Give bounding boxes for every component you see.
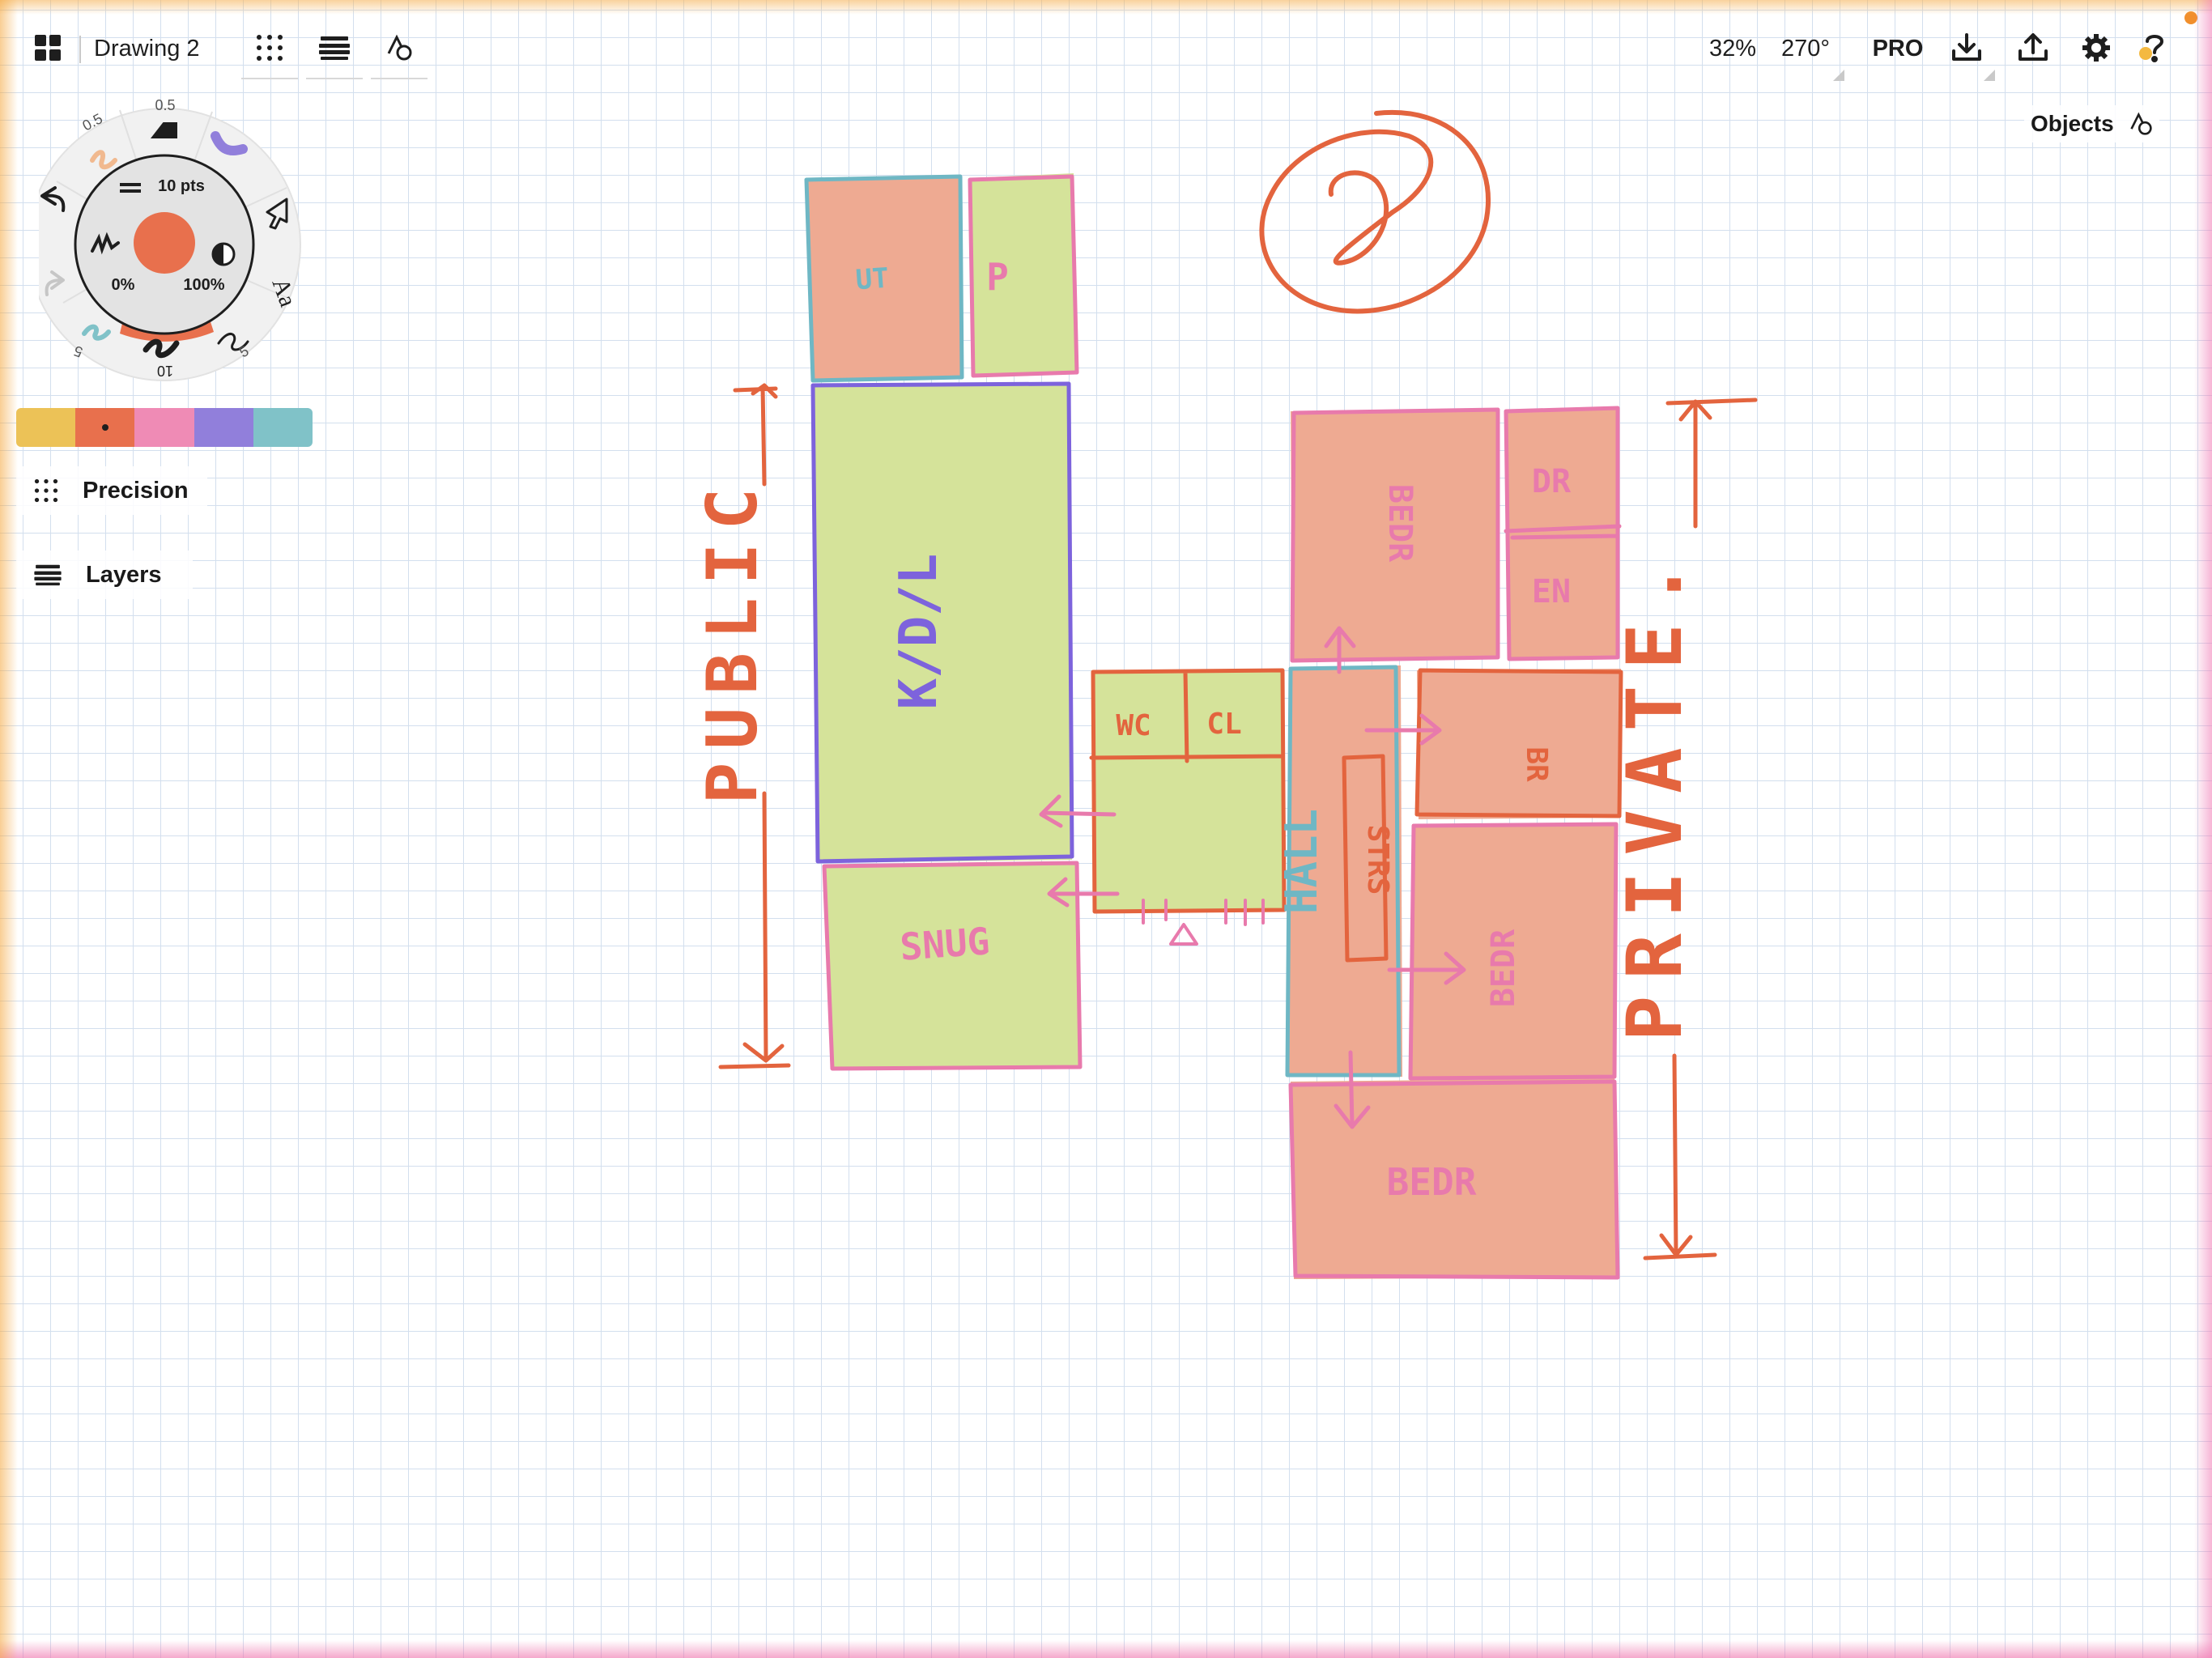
title-divider: [79, 36, 81, 63]
precision-dots-icon: [34, 478, 58, 503]
top-toolbar: Drawing 2 32% 270° PRO: [0, 0, 2212, 97]
precision-label: Precision: [83, 477, 189, 504]
label-public: PUBLIC: [692, 475, 773, 805]
eraser-size: 0.5: [155, 97, 175, 113]
settings-button[interactable]: [2078, 29, 2115, 66]
toolbar-underline-objects: [371, 78, 428, 79]
label-cl: CL: [1206, 708, 1241, 741]
label-en: EN: [1532, 573, 1571, 610]
document-title[interactable]: Drawing 2: [94, 31, 200, 66]
layers-label: Layers: [86, 561, 162, 588]
import-menu-corner: [1984, 70, 1995, 81]
toolbar-underline-precision: [241, 78, 298, 79]
current-color-swatch[interactable]: [134, 212, 195, 274]
layers-toolbar-button[interactable]: [316, 29, 353, 66]
import-icon: [1952, 33, 1981, 61]
label-ut: UT: [854, 262, 890, 297]
label-snug: SNUG: [899, 919, 991, 969]
help-notification-dot: [2139, 47, 2152, 60]
objects-toolbar-button[interactable]: [381, 29, 418, 66]
layers-icon: [34, 564, 62, 586]
drawing-canvas[interactable]: UT P K/D/L SNUG WC CL HALL STRS BEDR DR …: [0, 0, 2212, 1658]
precision-toolbar-button[interactable]: [251, 29, 288, 66]
room-fill-p: [968, 173, 1077, 374]
shapes-icon: [387, 34, 412, 61]
label-br: BR: [1520, 746, 1553, 782]
objects-label: Objects: [2031, 111, 2114, 136]
scribble-logo: [1259, 109, 1491, 314]
pen-size: 10: [157, 363, 173, 379]
label-private: PRIVATE.: [1611, 546, 1699, 1042]
toolbar-underline-layers: [306, 78, 363, 79]
stroke-size-value[interactable]: 10 pts: [158, 177, 205, 195]
objects-panel-button[interactable]: Objects: [2024, 105, 2159, 142]
label-bedr-bottom: BEDR: [1387, 1160, 1477, 1204]
label-bedr-top: BEDR: [1381, 484, 1419, 563]
pro-badge[interactable]: PRO: [1869, 31, 1927, 66]
palette-color-orange[interactable]: [75, 408, 135, 447]
palette-color-yellow[interactable]: [16, 408, 76, 447]
selected-color-dot: [101, 424, 108, 431]
palette-color-pink[interactable]: [134, 408, 194, 447]
label-kdl: K/D/L: [889, 554, 949, 710]
room-fill-wc-cl: [1091, 669, 1286, 912]
export-icon: [2018, 33, 2048, 61]
rotation-angle[interactable]: 270°: [1773, 31, 1838, 66]
zoom-level[interactable]: 32%: [1704, 31, 1762, 66]
zoom-menu-corner: [1833, 70, 1844, 81]
gallery-button[interactable]: [29, 29, 66, 66]
room-fill-snug: [824, 861, 1080, 1070]
label-strs: STRS: [1361, 825, 1394, 895]
palette-color-purple[interactable]: [194, 408, 253, 447]
tool-wheel[interactable]: 10 pts 0% 100% 0.5 0.5 Aa 5 10 5: [39, 91, 314, 390]
opacity-icon[interactable]: [211, 242, 236, 266]
label-p: P: [986, 255, 1009, 299]
import-button[interactable]: [1948, 29, 1985, 66]
color-palette: [16, 408, 313, 447]
palette-color-teal[interactable]: [253, 408, 313, 447]
label-hall: HALL: [1276, 809, 1327, 914]
label-dr: DR: [1532, 463, 1572, 500]
gallery-grid-icon: [35, 35, 61, 61]
status-dot: [2184, 11, 2197, 24]
precision-button[interactable]: Precision: [16, 466, 207, 515]
label-wc: WC: [1116, 709, 1151, 742]
room-fill-br: [1417, 669, 1621, 819]
label-bedr-mid: BEDR: [1485, 929, 1522, 1007]
opacity-max[interactable]: 100%: [183, 276, 224, 294]
objects-shapes-icon: [2130, 112, 2152, 135]
layers-icon: [319, 36, 350, 60]
help-button[interactable]: [2136, 29, 2173, 66]
stroke-size-icon: [120, 183, 141, 186]
layers-button[interactable]: Layers: [16, 551, 193, 599]
export-button[interactable]: [2014, 29, 2052, 66]
opacity-min[interactable]: 0%: [112, 276, 135, 294]
precision-dots-icon: [257, 35, 283, 61]
settings-gear-icon: [2082, 34, 2110, 62]
